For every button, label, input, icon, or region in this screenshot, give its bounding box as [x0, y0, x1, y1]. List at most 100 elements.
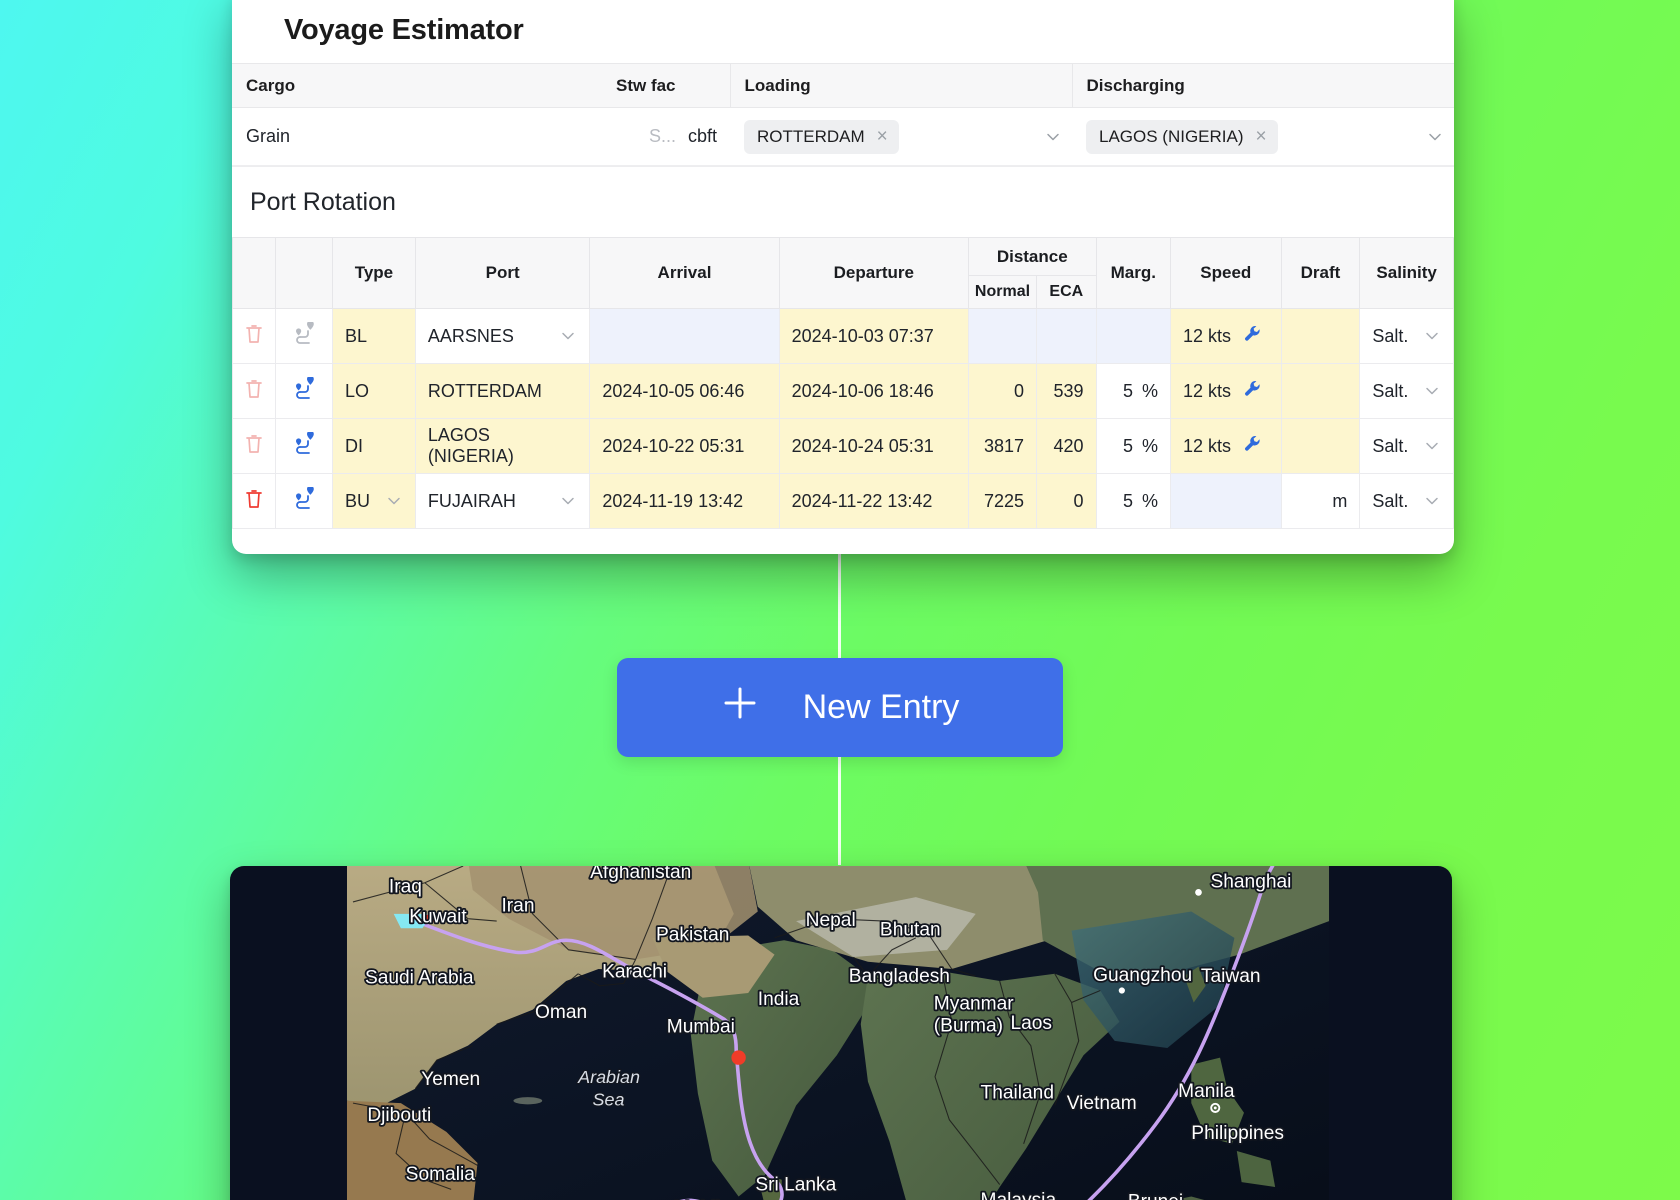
voyage-estimator-card: Voyage Estimator Cargo Stw fac Loading D… — [232, 0, 1454, 554]
row-distance-eca-cell[interactable]: 539 — [1036, 363, 1097, 419]
row-distance-normal-cell[interactable]: 0 — [967, 363, 1038, 419]
row-distance-normal-cell[interactable]: 7225 — [967, 473, 1038, 529]
wrench-icon[interactable] — [1243, 379, 1263, 404]
row-port-cell[interactable]: FUJAIRAH — [414, 473, 591, 529]
row-port-value: AARSNES — [427, 325, 514, 346]
col-discharging: Discharging — [1071, 63, 1454, 108]
new-entry-button[interactable]: New Entry — [617, 658, 1063, 757]
row-speed-value: 12 kts — [1183, 380, 1232, 401]
col-salinity: Salinity — [1359, 237, 1454, 309]
row-type-cell[interactable]: LO — [331, 363, 416, 419]
row-distance-eca-value: 0 — [1073, 490, 1084, 511]
row-speed-cell[interactable]: 12 kts — [1170, 363, 1282, 419]
close-icon[interactable]: × — [877, 127, 888, 146]
wrench-icon[interactable] — [1243, 434, 1263, 459]
voyage-map-card[interactable]: Iraq Iran Afghanistan Pakistan Saudi Arabia O… — [230, 866, 1452, 1200]
page-title: Voyage Estimator — [284, 14, 524, 46]
row-speed-cell[interactable]: 12 kts — [1170, 418, 1282, 474]
row-salinity-cell[interactable]: Salt. — [1359, 308, 1454, 364]
row-distance-eca-cell[interactable] — [1036, 308, 1097, 364]
row-route-cell[interactable] — [274, 363, 333, 419]
row-distance-eca-cell[interactable]: 420 — [1036, 418, 1097, 474]
row-speed-cell[interactable] — [1170, 473, 1282, 529]
map-label-yemen: Yemen — [421, 1069, 480, 1090]
map-label-iran: Iran — [501, 896, 534, 917]
row-margin-cell[interactable] — [1095, 308, 1172, 364]
chevron-down-icon[interactable] — [385, 492, 403, 510]
map-marker-mumbai[interactable] — [731, 1050, 746, 1065]
row-delete-cell[interactable] — [232, 308, 276, 364]
close-icon[interactable]: × — [1256, 127, 1267, 146]
row-route-cell[interactable] — [274, 418, 333, 474]
row-departure-value: 2024-10-03 07:37 — [791, 325, 934, 346]
row-port-cell[interactable]: AARSNES — [414, 308, 591, 364]
row-port-cell[interactable]: LAGOS (NIGERIA) — [414, 418, 591, 474]
route-pin-icon[interactable] — [290, 430, 318, 460]
row-distance-normal-cell[interactable]: 3817 — [967, 418, 1038, 474]
wrench-icon[interactable] — [1243, 324, 1263, 349]
row-draft-cell[interactable]: m — [1280, 473, 1361, 529]
row-margin-cell[interactable]: 5% — [1095, 473, 1172, 529]
chevron-down-icon[interactable] — [1423, 437, 1441, 455]
chevron-down-icon[interactable] — [1423, 327, 1441, 345]
delete-row-icon[interactable] — [244, 488, 264, 515]
cargo-value[interactable]: Grain — [232, 107, 602, 166]
row-salinity-value: Salt. — [1372, 490, 1409, 511]
row-arrival-value: 2024-11-19 13:42 — [602, 490, 744, 511]
row-delete-cell[interactable] — [232, 363, 276, 419]
row-route-cell[interactable] — [274, 308, 333, 364]
row-salinity-cell[interactable]: Salt. — [1359, 418, 1454, 474]
row-salinity-cell[interactable]: Salt. — [1359, 473, 1454, 529]
row-arrival-cell[interactable]: 2024-11-19 13:42 — [589, 473, 780, 529]
plus-icon — [721, 684, 759, 731]
row-distance-normal-cell[interactable] — [967, 308, 1038, 364]
delete-row-icon[interactable] — [244, 433, 264, 460]
table-row: DI LAGOS (NIGERIA) 2024-10-22 05:31 2024-10… — [232, 418, 1454, 474]
chevron-down-icon[interactable] — [1426, 128, 1444, 146]
row-salinity-cell[interactable]: Salt. — [1359, 363, 1454, 419]
map-label-vietnam: Vietnam — [1067, 1093, 1137, 1114]
col-port: Port — [414, 237, 591, 309]
chevron-down-icon[interactable] — [1044, 128, 1062, 146]
row-draft-cell[interactable] — [1280, 363, 1361, 419]
row-type-cell[interactable]: DI — [331, 418, 416, 474]
row-type-cell[interactable]: BL — [331, 308, 416, 364]
route-pin-icon[interactable] — [290, 375, 318, 405]
route-pin-icon[interactable] — [290, 485, 318, 515]
row-arrival-cell[interactable]: 2024-10-22 05:31 — [589, 418, 780, 474]
row-arrival-cell[interactable]: 2024-10-05 06:46 — [589, 363, 780, 419]
row-port-cell[interactable]: ROTTERDAM — [414, 363, 591, 419]
loading-port-chip-label: ROTTERDAM — [757, 126, 865, 146]
row-departure-cell[interactable]: 2024-11-22 13:42 — [778, 473, 969, 529]
row-type-cell[interactable]: BU — [331, 473, 416, 529]
row-arrival-cell[interactable] — [589, 308, 780, 364]
row-route-cell[interactable] — [274, 473, 333, 529]
row-departure-cell[interactable]: 2024-10-06 18:46 — [778, 363, 969, 419]
row-draft-unit: m — [1332, 490, 1348, 511]
col-speed: Speed — [1170, 237, 1282, 309]
chevron-down-icon[interactable] — [559, 327, 577, 345]
row-draft-cell[interactable] — [1280, 308, 1361, 364]
row-departure-cell[interactable]: 2024-10-03 07:37 — [778, 308, 969, 364]
discharging-port-chip[interactable]: LAGOS (NIGERIA) × — [1086, 119, 1278, 154]
row-speed-cell[interactable]: 12 kts — [1170, 308, 1282, 364]
stw-fac-input[interactable]: S... — [649, 126, 676, 146]
row-distance-eca-cell[interactable]: 0 — [1036, 473, 1097, 529]
route-pin-icon[interactable] — [290, 320, 318, 350]
map-label-bangladesh: Bangladesh — [849, 966, 950, 987]
row-departure-cell[interactable]: 2024-10-24 05:31 — [778, 418, 969, 474]
chevron-down-icon[interactable] — [1423, 492, 1441, 510]
row-delete-cell[interactable] — [232, 473, 276, 529]
chevron-down-icon[interactable] — [1423, 382, 1441, 400]
row-delete-cell[interactable] — [232, 418, 276, 474]
row-margin-cell[interactable]: 5% — [1095, 418, 1172, 474]
row-type-value: LO — [344, 380, 369, 401]
map-canvas[interactable]: Iraq Iran Afghanistan Pakistan Saudi Arabia O… — [230, 866, 1452, 1200]
col-arrival: Arrival — [589, 237, 780, 309]
row-draft-cell[interactable] — [1280, 418, 1361, 474]
delete-row-icon[interactable] — [244, 323, 264, 350]
delete-row-icon[interactable] — [244, 378, 264, 405]
row-margin-cell[interactable]: 5% — [1095, 363, 1172, 419]
loading-port-chip[interactable]: ROTTERDAM × — [744, 119, 899, 154]
chevron-down-icon[interactable] — [559, 492, 577, 510]
